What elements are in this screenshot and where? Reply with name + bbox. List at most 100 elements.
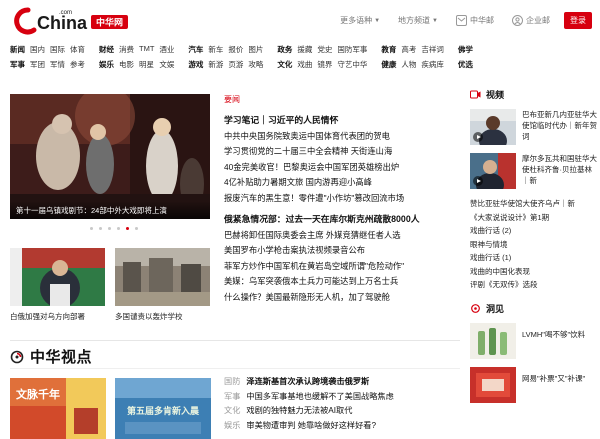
zhonghua-item-title[interactable]: 中国多军事基地也缓解不了美国战略焦虑 bbox=[246, 392, 393, 401]
video-link[interactable]: 评剧《无双传》选段 bbox=[470, 278, 598, 292]
insight-item[interactable]: LVMH"喝不够"饮料 bbox=[470, 322, 598, 359]
login-button[interactable]: 登录 bbox=[564, 12, 592, 29]
nav-item[interactable]: 佛学 bbox=[458, 44, 473, 55]
headline-link[interactable]: 美国罗布小学枪击案执法视频录音公布 bbox=[224, 243, 460, 259]
headline-link[interactable]: 40金完美收官！巴黎奥运会中国军团英雄榜出炉 bbox=[224, 160, 460, 176]
languages-dropdown[interactable]: 更多语种 ▼ bbox=[340, 15, 380, 26]
category-tag[interactable]: 娱乐 bbox=[224, 421, 240, 430]
nav-item[interactable]: 优选 bbox=[458, 59, 473, 70]
nav-item[interactable]: 财经 bbox=[99, 44, 114, 55]
video-link[interactable]: 戏曲行话 (2) bbox=[470, 224, 598, 238]
nav-item[interactable]: 体育 bbox=[70, 44, 85, 55]
nav-item[interactable]: 人物 bbox=[401, 59, 416, 70]
zhonghua-item-title[interactable]: 戏剧的独特魅力无法被AI取代 bbox=[246, 406, 352, 415]
insight-title[interactable]: LVMH"喝不够"饮料 bbox=[522, 323, 585, 340]
headline-link[interactable]: 学习贯彻党的二十届三中全会精神 天街连山海 bbox=[224, 144, 460, 160]
carousel-dot[interactable] bbox=[90, 227, 93, 230]
nav-item[interactable]: 电影 bbox=[119, 59, 134, 70]
zhonghua-item[interactable]: 国防 泽连斯基首次承认跨境袭击俄罗斯 bbox=[224, 375, 460, 390]
regions-dropdown[interactable]: 地方频道 ▼ bbox=[398, 15, 438, 26]
nav-item[interactable]: 新闻 bbox=[10, 44, 25, 55]
nav-item[interactable]: 消费 bbox=[119, 44, 134, 55]
video-item[interactable]: 巴布亚新几内亚驻华大使馆临时代办｜新年贺词 bbox=[470, 109, 598, 145]
thumb-caption[interactable]: 多国谴责以轰炸学校 bbox=[115, 311, 183, 322]
nav-item[interactable]: 页游 bbox=[228, 59, 243, 70]
headline-link[interactable]: 俄紧急情况部：过去一天在库尔斯克州疏散8000人 bbox=[224, 212, 460, 228]
nav-item[interactable]: 新游 bbox=[208, 59, 223, 70]
nav-item[interactable]: 报价 bbox=[228, 44, 243, 55]
nav-item[interactable]: 军情 bbox=[50, 59, 65, 70]
nav-item[interactable]: TMT bbox=[139, 44, 154, 55]
nav-item[interactable]: 明星 bbox=[139, 59, 154, 70]
video-thumbnail[interactable] bbox=[470, 109, 516, 145]
nav-item[interactable]: 游戏 bbox=[188, 59, 203, 70]
zhonghua-thumb-event[interactable]: 第五届多肯新入晨 bbox=[115, 378, 211, 439]
news-thumb-school[interactable] bbox=[115, 248, 210, 306]
nav-item[interactable]: 国内 bbox=[30, 44, 45, 55]
play-icon[interactable] bbox=[473, 132, 483, 142]
headline-link[interactable]: 巴赫将卸任国际奥委会主席 外媒竞猜继任者人选 bbox=[224, 228, 460, 244]
nav-item[interactable]: 援藏 bbox=[297, 44, 312, 55]
hero-caption[interactable]: 第十一届乌镇戏剧节：24部中外大戏即将上演 bbox=[10, 201, 210, 219]
nav-item[interactable]: 参考 bbox=[70, 59, 85, 70]
insight-thumbnail[interactable] bbox=[470, 322, 516, 359]
video-link[interactable]: 戏曲的中国化表现 bbox=[470, 265, 598, 279]
headline-link[interactable]: 4亿补贴助力暑期文旅 国内游再迎小高峰 bbox=[224, 175, 460, 191]
nav-item[interactable]: 教育 bbox=[381, 44, 396, 55]
category-tag[interactable]: 国防 bbox=[224, 377, 240, 386]
thumb-caption[interactable]: 白俄加强对乌方向部署 bbox=[10, 311, 85, 322]
china-mail-link[interactable]: 中华邮 bbox=[456, 15, 494, 26]
headline-link[interactable]: 什么操作？美国最新隐形无人机，加了驾驶舱 bbox=[224, 290, 460, 306]
site-logo[interactable]: China .com 中华网 bbox=[10, 6, 130, 36]
headline-link[interactable]: 学习笔记｜习近平的人民情怀 bbox=[224, 113, 460, 129]
nav-item[interactable]: 军团 bbox=[30, 59, 45, 70]
nav-item[interactable]: 镜界 bbox=[317, 59, 332, 70]
category-tag[interactable]: 文化 bbox=[224, 406, 240, 415]
video-title[interactable]: 摩尔多瓦共和国驻华大使杜科齐鲁·贝拉基林｜新 bbox=[522, 153, 598, 189]
zhonghua-item-title[interactable]: 泽连斯基首次承认跨境袭击俄罗斯 bbox=[246, 377, 369, 386]
headline-link[interactable]: 报废汽车的黑生意！零件遭"小作坊"篡改回流市场 bbox=[224, 191, 460, 207]
nav-item[interactable]: 吉祥词 bbox=[421, 44, 444, 55]
insight-title[interactable]: 网易"补票"又"补课" bbox=[522, 367, 585, 384]
nav-item[interactable]: 图片 bbox=[248, 44, 263, 55]
video-thumbnail[interactable] bbox=[470, 153, 516, 189]
carousel-dot[interactable] bbox=[117, 227, 120, 230]
nav-item[interactable]: 文娱 bbox=[159, 59, 174, 70]
zhonghua-item[interactable]: 军事 中国多军事基地也缓解不了美国战略焦虑 bbox=[224, 390, 460, 405]
nav-item[interactable]: 汽车 bbox=[188, 44, 203, 55]
video-link[interactable]: 戏曲行话 (1) bbox=[470, 251, 598, 265]
nav-item[interactable]: 戏曲 bbox=[297, 59, 312, 70]
carousel-dot[interactable] bbox=[108, 227, 111, 230]
carousel-dot[interactable] bbox=[99, 227, 102, 230]
video-item[interactable]: 摩尔多瓦共和国驻华大使杜科齐鲁·贝拉基林｜新 bbox=[470, 153, 598, 189]
headline-link[interactable]: 美媒：乌军突袭俄本土兵力可能达到上万名士兵 bbox=[224, 274, 460, 290]
carousel-dot-active[interactable] bbox=[126, 227, 129, 230]
video-link[interactable]: 《大家说说设计》第1期 bbox=[470, 211, 598, 225]
enterprise-mail-link[interactable]: 企业邮 bbox=[512, 15, 550, 26]
insight-thumbnail[interactable] bbox=[470, 366, 516, 403]
zhonghua-item-title[interactable]: 审美物遭审判 她靠啥做好这样好看? bbox=[246, 421, 376, 430]
nav-item[interactable]: 文化 bbox=[277, 59, 292, 70]
insight-item[interactable]: 网易"补票"又"补课" bbox=[470, 366, 598, 403]
nav-item[interactable]: 娱乐 bbox=[99, 59, 114, 70]
video-title[interactable]: 巴布亚新几内亚驻华大使馆临时代办｜新年贺词 bbox=[522, 109, 598, 145]
nav-item[interactable]: 新车 bbox=[208, 44, 223, 55]
zhonghua-thumb-culture[interactable]: 文脉千年 bbox=[10, 378, 106, 439]
news-thumb-belarus[interactable] bbox=[10, 248, 105, 306]
nav-item[interactable]: 国防军事 bbox=[337, 44, 367, 55]
category-tag[interactable]: 军事 bbox=[224, 392, 240, 401]
nav-item[interactable]: 疾病库 bbox=[421, 59, 444, 70]
headline-link[interactable]: 中共中央国务院致奥运中国体育代表团的贺电 bbox=[224, 129, 460, 145]
nav-item[interactable]: 党史 bbox=[317, 44, 332, 55]
video-link[interactable]: 赞比亚驻华使馆大使齐乌卢｜新 bbox=[470, 197, 598, 211]
nav-item[interactable]: 攻略 bbox=[248, 59, 263, 70]
nav-item[interactable]: 高考 bbox=[401, 44, 416, 55]
headline-link[interactable]: 菲军方炒作中国军机在黄岩岛空域所谓"危险动作" bbox=[224, 259, 460, 275]
nav-item[interactable]: 健康 bbox=[381, 59, 396, 70]
hero-carousel[interactable]: 第十一届乌镇戏剧节：24部中外大戏即将上演 bbox=[10, 94, 210, 219]
nav-item[interactable]: 守艺中华 bbox=[337, 59, 367, 70]
zhonghua-item[interactable]: 娱乐 审美物遭审判 她靠啥做好这样好看? bbox=[224, 419, 460, 434]
nav-item[interactable]: 军事 bbox=[10, 59, 25, 70]
nav-item[interactable]: 国际 bbox=[50, 44, 65, 55]
video-link[interactable]: 眼神与情境 bbox=[470, 238, 598, 252]
